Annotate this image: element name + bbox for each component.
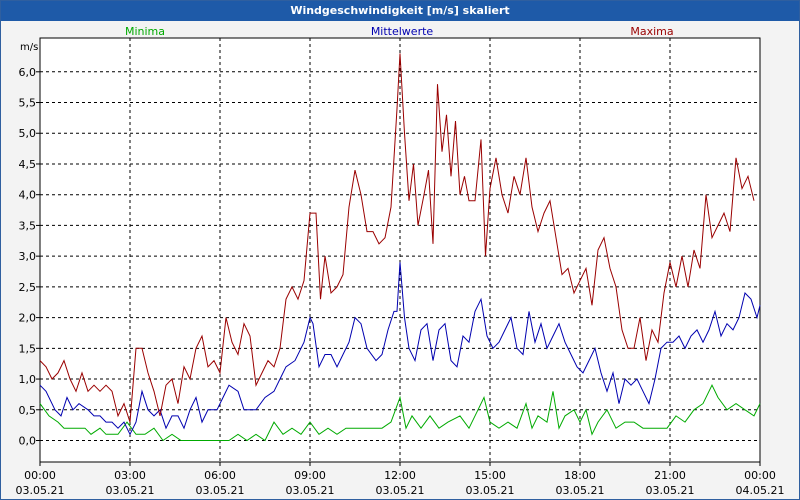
x-tick-date: 03.05.21: [376, 484, 425, 497]
x-tick-date: 03.05.21: [646, 484, 695, 497]
x-tick-date: 04.05.21: [736, 484, 785, 497]
y-tick-label: 1,5: [19, 342, 37, 355]
y-axis-ticks: 0,0 0,5 1,0 1,5 2,0 2,5 3,0 3,5 4,0 4,5 5,0 5,5 6,0: [19, 66, 40, 447]
x-tick-time: 18:00: [564, 469, 596, 482]
y-tick-label: 3,0: [19, 250, 37, 263]
x-tick-time: 15:00: [474, 469, 506, 482]
wind-speed-chart: 0,00,51,01,52,02,53,03,54,04,55,05,56,0 …: [16, 25, 785, 497]
legend-mittelwerte: Mittelwerte: [371, 25, 434, 38]
legend-minima: Minima: [125, 25, 165, 38]
x-tick-time: 09:00: [294, 469, 326, 482]
x-tick-time: 03:00: [114, 469, 146, 482]
x-tick-time: 12:00: [384, 469, 416, 482]
legend-maxima: Maxima: [630, 25, 673, 38]
y-tick-label: 3,5: [19, 219, 37, 232]
x-tick-date: 03.05.21: [196, 484, 245, 497]
x-axis-ticks: 00:00 03.05.21 03:00 03.05.21 06:00 03.05.21 0…: [16, 462, 785, 497]
x-tick-time: 06:00: [204, 469, 236, 482]
legend: Minima Mittelwerte Maxima: [125, 25, 674, 38]
y-tick-label: 2,5: [19, 281, 37, 294]
y-tick-label: 2,0: [19, 312, 37, 325]
x-tick-time: 21:00: [654, 469, 686, 482]
y-tick-label: 5,0: [19, 127, 37, 140]
x-tick-date: 03.05.21: [16, 484, 65, 497]
x-tick-date: 03.05.21: [556, 484, 605, 497]
y-tick-label: 1,0: [19, 373, 37, 386]
y-tick-label: 0,5: [19, 404, 37, 417]
y-tick-label: 0,0: [19, 434, 37, 447]
y-tick-label: 4,5: [19, 158, 37, 171]
x-tick-time: 00:00: [744, 469, 776, 482]
y-tick-label: 5,5: [19, 97, 37, 110]
x-tick-date: 03.05.21: [106, 484, 155, 497]
x-tick-date: 03.05.21: [286, 484, 335, 497]
x-tick-time: 00:00: [24, 469, 56, 482]
y-axis-label: m/s: [20, 42, 38, 53]
y-tick-label: 6,0: [19, 66, 37, 79]
x-tick-date: 03.05.21: [466, 484, 515, 497]
y-tick-label: 4,0: [19, 189, 37, 202]
